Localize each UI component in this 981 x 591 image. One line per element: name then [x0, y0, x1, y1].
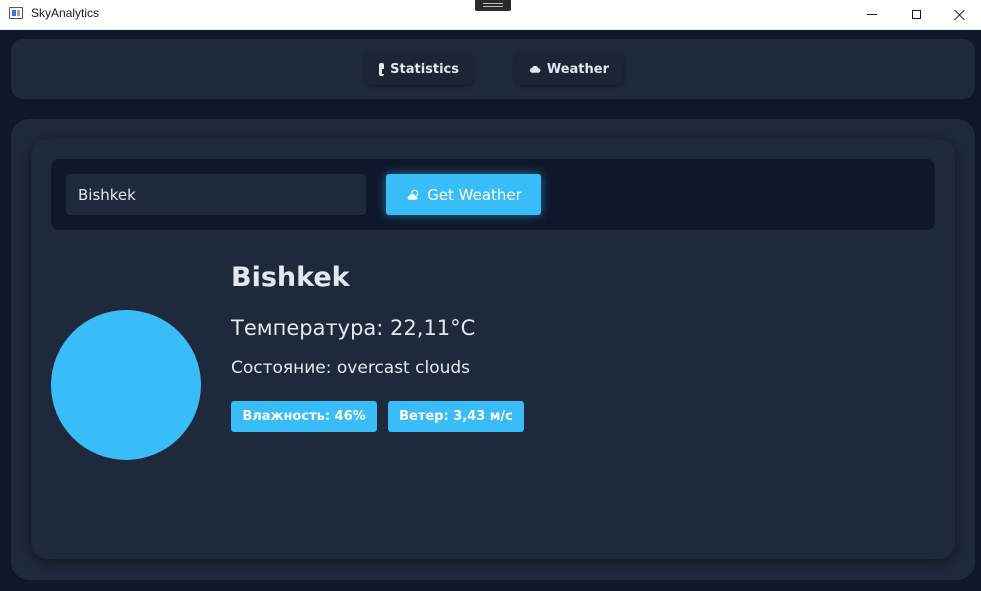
statistics-tab-button[interactable]: Statistics	[365, 53, 473, 85]
maximize-icon	[911, 10, 921, 19]
search-bar: Get Weather	[51, 159, 935, 230]
statistics-label: Statistics	[390, 61, 459, 77]
snap-layout-handle[interactable]	[475, 0, 511, 11]
city-input[interactable]	[66, 174, 366, 215]
condition-text: Состояние: overcast clouds	[231, 358, 471, 378]
minimize-icon	[867, 14, 877, 15]
title-bar: SkyAnalytics	[0, 0, 981, 30]
minimize-button[interactable]	[849, 0, 895, 29]
close-icon	[954, 9, 966, 21]
close-button[interactable]	[937, 0, 981, 29]
app-icon	[9, 7, 23, 19]
maximize-button[interactable]	[893, 0, 939, 29]
weather-card: Get Weather Bishkek Температура: 22,11°C…	[31, 139, 955, 559]
cloud-icon	[529, 65, 541, 73]
navigation-bar: Statistics Weather	[11, 39, 975, 99]
cloud-sun-icon	[407, 189, 419, 200]
window-title: SkyAnalytics	[31, 6, 100, 20]
content-panel: Get Weather Bishkek Температура: 22,11°C…	[11, 119, 975, 580]
weather-tab-button[interactable]: Weather	[515, 53, 623, 85]
humidity-badge: Влажность: 46%	[231, 401, 377, 432]
get-weather-button[interactable]: Get Weather	[386, 174, 541, 215]
wind-badge: Ветер: 3,43 м/с	[388, 401, 524, 432]
statistics-icon	[379, 62, 390, 76]
weather-label: Weather	[546, 61, 609, 77]
temperature-text: Температура: 22,11°C	[231, 316, 476, 340]
city-name: Bishkek	[231, 262, 350, 293]
get-weather-label: Get Weather	[427, 185, 522, 204]
weather-indicator-circle	[51, 310, 201, 460]
